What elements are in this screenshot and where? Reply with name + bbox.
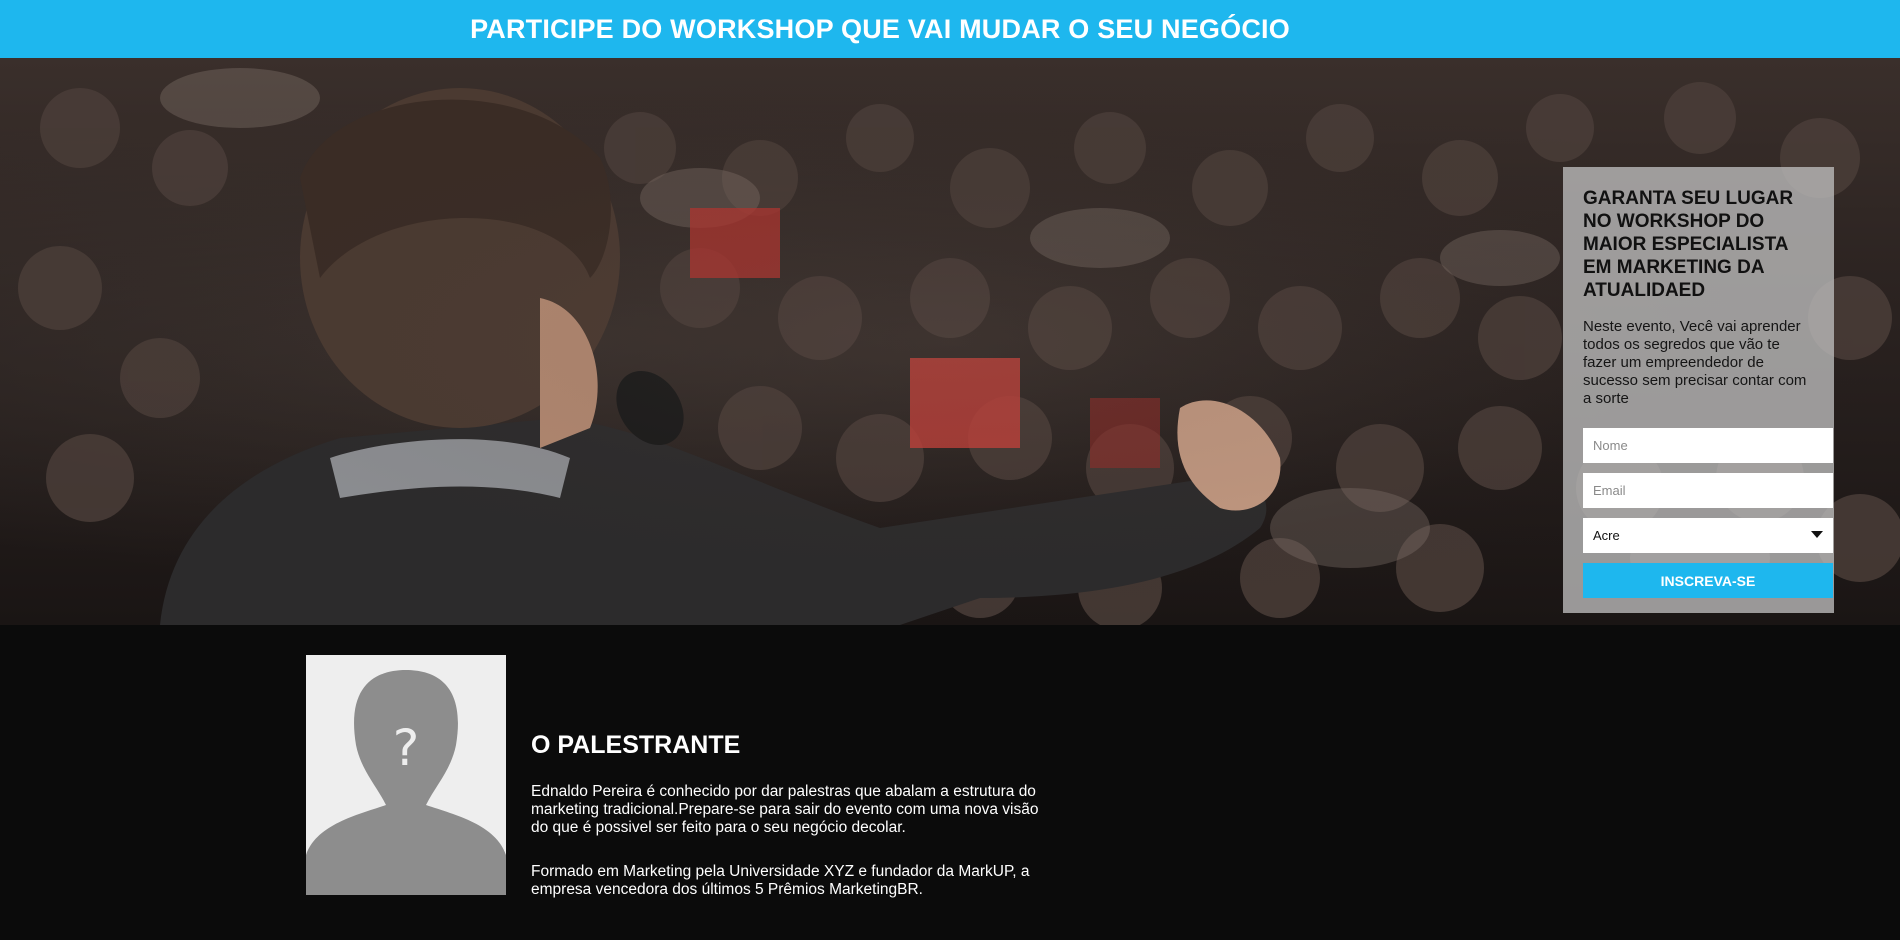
chevron-down-icon (1811, 531, 1823, 538)
page-title: PARTICIPE DO WORKSHOP QUE VAI MUDAR O SE… (470, 13, 1290, 44)
speaker-heading: O PALESTRANTE (531, 731, 741, 759)
signup-card: GARANTA SEU LUGAR NO WORKSHOP DO MAIOR E… (1563, 167, 1834, 613)
speaker-section: ? O PALESTRANTE Ednaldo Pereira é conhec… (0, 625, 1900, 940)
email-field[interactable] (1583, 473, 1833, 508)
signup-title: GARANTA SEU LUGAR NO WORKSHOP DO MAIOR E… (1583, 188, 1794, 301)
name-field[interactable] (1583, 428, 1833, 463)
state-select[interactable]: Acre (1583, 518, 1833, 553)
speaker-bio-2: Formado em Marketing pela Universidade X… (531, 863, 1030, 898)
unknown-person-icon: ? (306, 655, 506, 895)
speaker-bio-1: Ednaldo Pereira é conhecido por dar pale… (531, 783, 1039, 836)
top-banner: PARTICIPE DO WORKSHOP QUE VAI MUDAR O SE… (0, 0, 1900, 58)
submit-button[interactable]: INSCREVA-SE (1583, 563, 1833, 598)
hero-section: GARANTA SEU LUGAR NO WORKSHOP DO MAIOR E… (0, 58, 1900, 625)
signup-description: Neste evento, Vecê vai aprender todos os… (1583, 318, 1807, 407)
state-select-value: Acre (1593, 528, 1620, 543)
svg-text:?: ? (393, 719, 420, 777)
